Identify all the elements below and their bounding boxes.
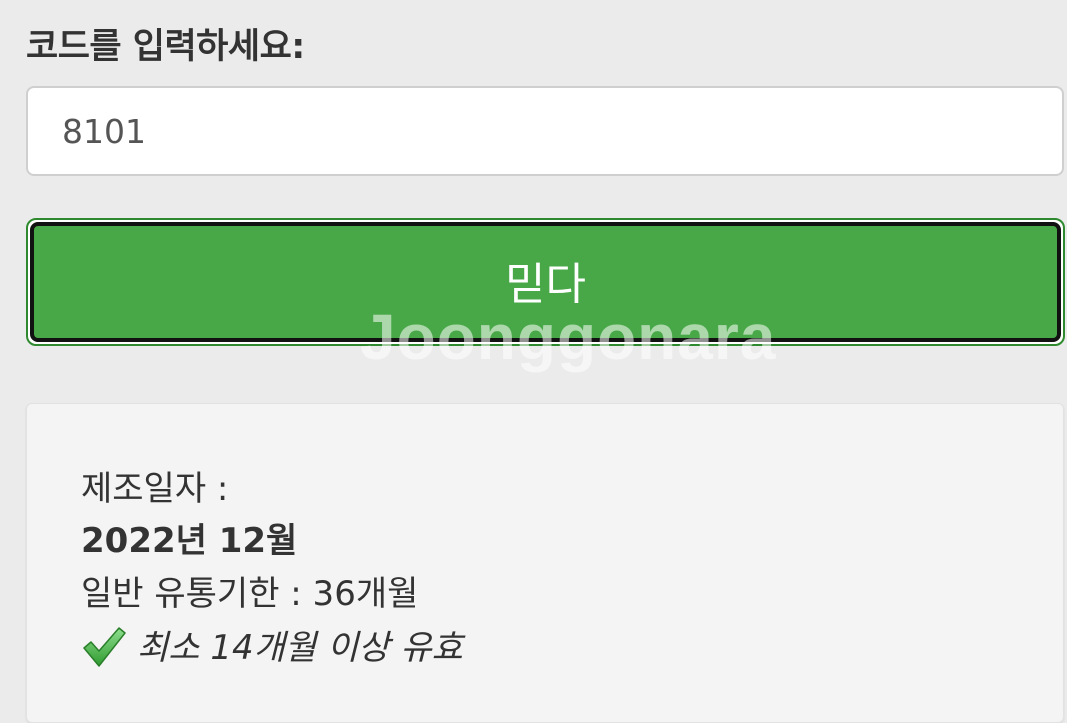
code-prompt-label: 코드를 입력하세요: [26, 27, 305, 67]
submit-button[interactable]: 믿다 [30, 222, 1061, 342]
validity-text: 최소 14개월 이상 유효 [137, 627, 463, 668]
manufacture-date-label: 제조일자 : [81, 469, 229, 509]
code-input[interactable] [26, 86, 1064, 176]
submit-button-frame: 믿다 [26, 218, 1065, 346]
validity-row: 최소 14개월 이상 유효 [81, 618, 463, 670]
manufacture-date-value: 2022년 12월 [81, 521, 298, 561]
shelf-life-text: 일반 유통기한 : 36개월 [81, 574, 419, 614]
check-icon [81, 624, 127, 670]
result-card: 제조일자 : 2022년 12월 일반 유통기한 : 36개월 최소 14개월 … [26, 403, 1064, 723]
